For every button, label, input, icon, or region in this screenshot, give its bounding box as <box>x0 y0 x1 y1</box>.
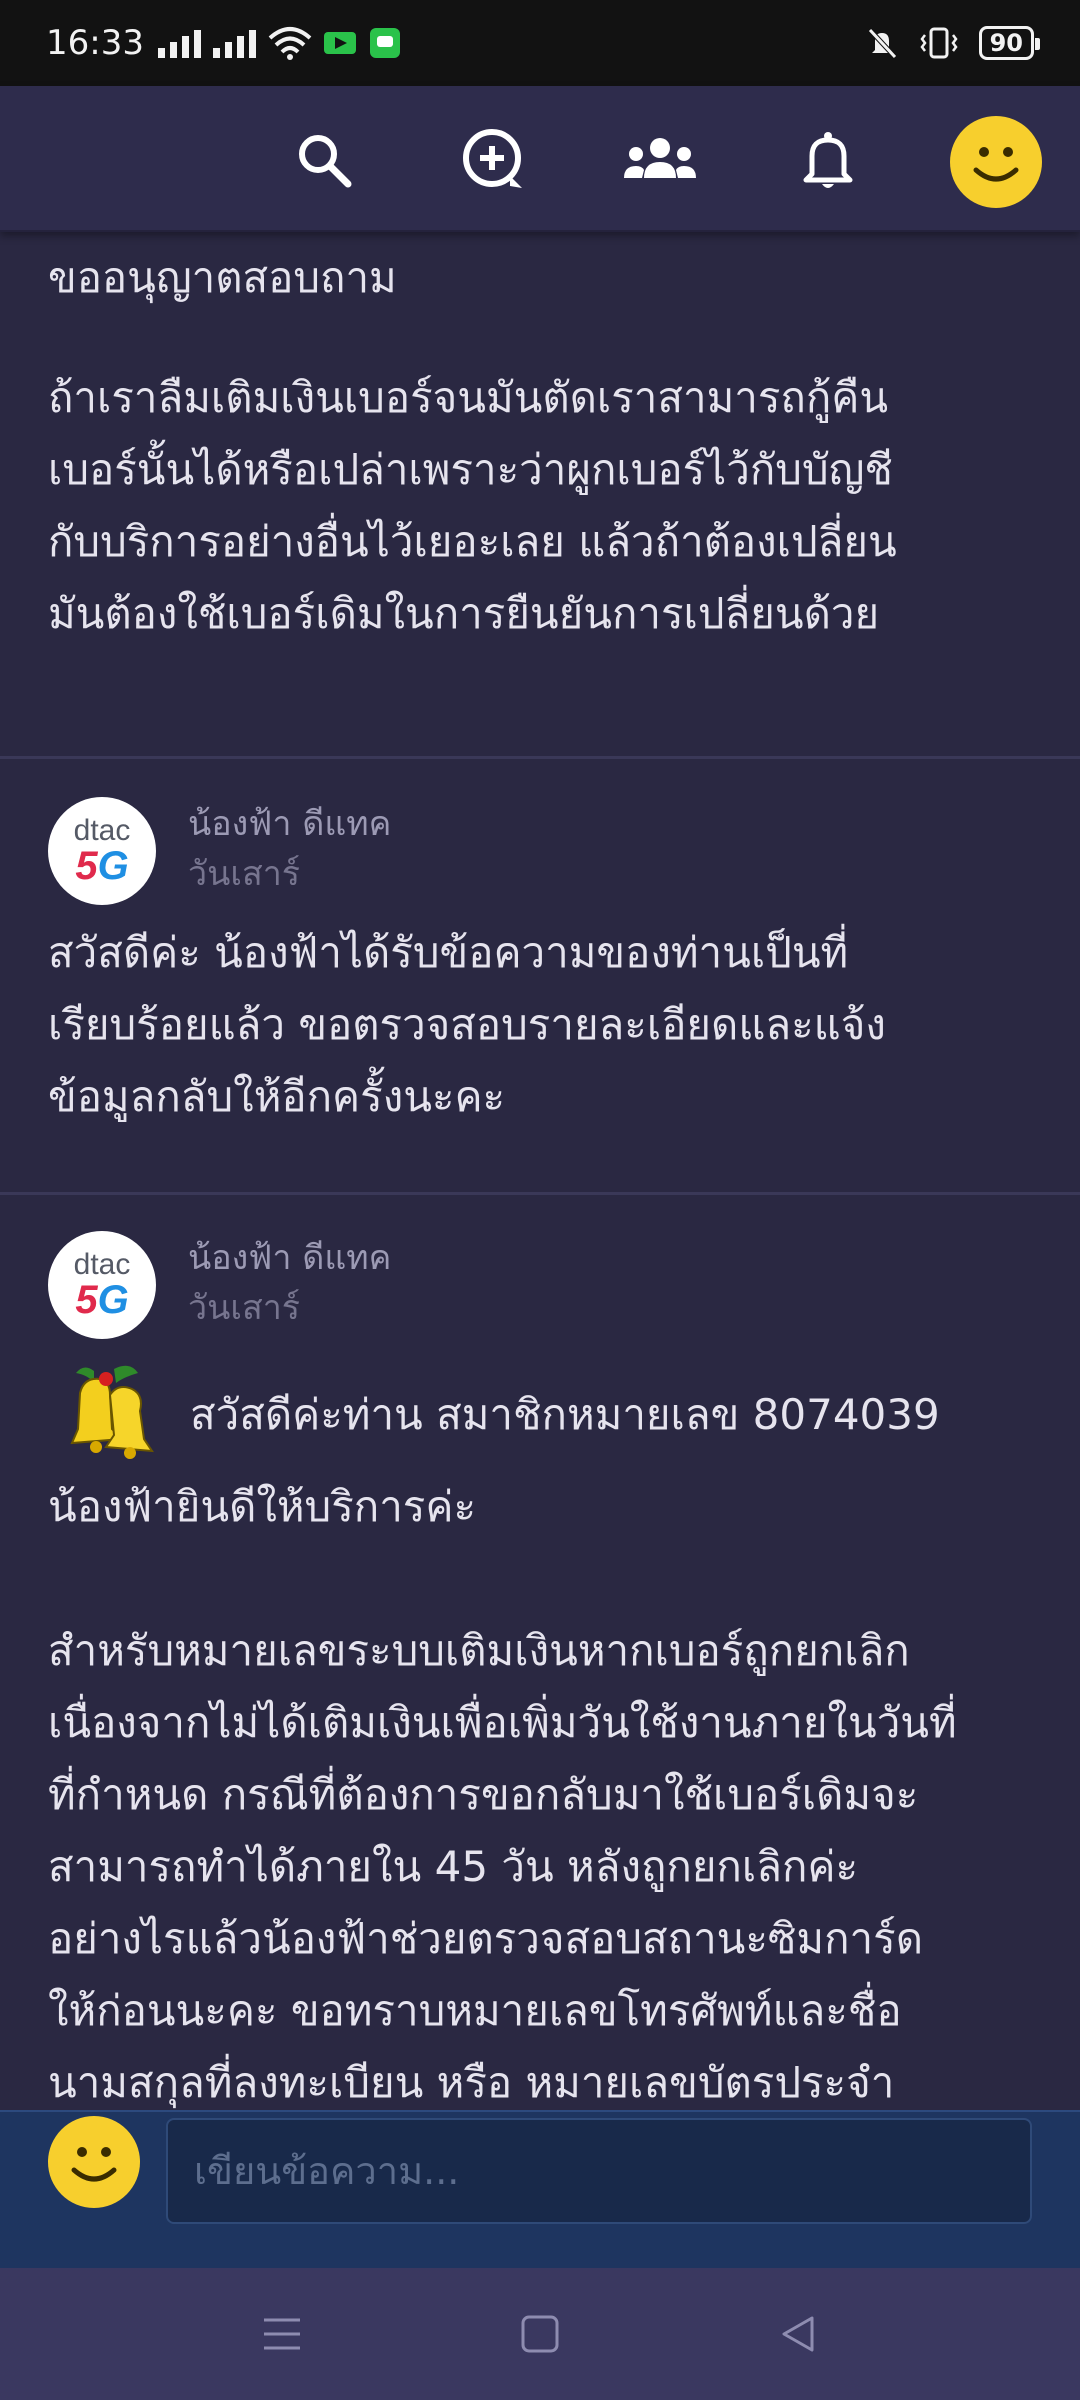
post-body-line: เบอร์นั้นได้หรือเปล่าเพราะว่าผูกเบอร์ไว้… <box>48 445 893 494</box>
status-bar: 16:33 90 <box>0 0 1080 86</box>
dtac-logo-avatar[interactable]: dtac 5G <box>48 797 156 905</box>
original-post: ขออนุญาตสอบถาม ถ้าเราลืมเติมเงินเบอร์จนม… <box>0 232 1080 650</box>
reply-body-line: เนื่องจากไม่ได้เติมเงินเพื่อเพิ่มวันใช้ง… <box>48 1698 957 1747</box>
home-icon[interactable] <box>510 2304 570 2364</box>
reply-greeting-line: น้องฟ้ายินดีให้บริการค่ะ <box>48 1482 476 1531</box>
christmas-bell-icon <box>70 1365 154 1459</box>
compose-bar: เขียนข้อความ... <box>0 2110 1080 2268</box>
system-nav-bar <box>0 2268 1080 2400</box>
wifi-icon <box>268 27 312 60</box>
reply-body-line: นามสกุลที่ลงทะเบียน หรือ หมายเลขบัตรประจ… <box>48 2058 895 2107</box>
line-message-icon <box>369 28 400 58</box>
status-time: 16:33 <box>46 23 144 63</box>
dtac-logo-avatar[interactable]: dtac 5G <box>48 1231 156 1339</box>
message-input[interactable]: เขียนข้อความ... <box>166 2118 1032 2224</box>
post-body-line: มันต้องใช้เบอร์เดิมในการยืนยันการเปลี่ยน… <box>48 589 880 638</box>
reply-body: สวัสดีค่ะ น้องฟ้าได้รับข้อความของท่านเป็… <box>48 917 1032 1133</box>
reply-body-line: อย่างไรแล้วน้องฟ้าช่วยตรวจสอบสถานะซิมการ… <box>48 1914 923 1963</box>
app-bar <box>0 86 1080 232</box>
reply-greeting: สวัสดีค่ะท่าน สมาชิกหมายเลข 8074039 <box>190 1390 940 1439</box>
profile-avatar-icon[interactable] <box>950 116 1042 208</box>
reply-body-line: สามารถทำได้ภายใน 45 วัน หลังถูกยกเลิกค่ะ <box>48 1842 859 1891</box>
thread-content: ขออนุญาตสอบถาม ถ้าเราลืมเติมเงินเบอร์จนม… <box>0 232 1080 2110</box>
vibrate-icon <box>920 27 958 59</box>
reply-body: สวัสดีค่ะท่าน สมาชิกหมายเลข 8074039 น้อง… <box>48 1357 1032 2110</box>
reply-body-line: สวัสดีค่ะ น้องฟ้าได้รับข้อความของท่านเป็… <box>48 928 849 977</box>
reply-body-line: ที่กำหนด กรณีที่ต้องการขอกลับมาใช้เบอร์เ… <box>48 1770 919 1819</box>
reply-date: วันเสาร์ <box>188 1288 301 1328</box>
reply-body-line: ข้อมูลกลับให้อีกครั้งนะคะ <box>48 1072 506 1121</box>
reply-author[interactable]: น้องฟ้า ดีแทค <box>188 1233 391 1283</box>
reply-date: วันเสาร์ <box>188 854 301 894</box>
signal-icon <box>212 28 256 58</box>
post-body-line: ถ้าเราลืมเติมเงินเบอร์จนมันตัดเราสามารถก… <box>48 373 889 422</box>
search-icon[interactable] <box>286 122 362 198</box>
back-icon[interactable] <box>768 2304 828 2364</box>
reply-body-line: สำหรับหมายเลขระบบเติมเงินหากเบอร์ถูกยกเล… <box>48 1626 910 1675</box>
add-post-icon[interactable] <box>456 122 532 198</box>
menu-icon[interactable] <box>252 2304 312 2364</box>
community-icon[interactable] <box>622 122 698 198</box>
battery-icon: 90 <box>978 26 1041 60</box>
silent-mode-icon <box>867 28 897 59</box>
post-body-line: กับบริการอย่างอื่นไว้เยอะเลย แล้วถ้าต้อง… <box>48 517 897 566</box>
notification-bell-icon[interactable] <box>790 122 866 198</box>
reply-body-line: ให้ก่อนนะคะ ขอทราบหมายเลขโทรศัพท์และชื่อ <box>48 1986 902 2035</box>
post-title: ขออนุญาตสอบถาม <box>48 253 397 302</box>
signal-icon <box>157 28 201 58</box>
line-tv-icon <box>323 32 356 54</box>
reply-card: dtac 5G น้องฟ้า ดีแทค วันเสาร์ สวัสดีค่ะ… <box>0 759 1080 1192</box>
user-avatar-icon[interactable] <box>48 2116 140 2208</box>
reply-author[interactable]: น้องฟ้า ดีแทค <box>188 799 391 849</box>
reply-body-line: เรียบร้อยแล้ว ขอตรวจสอบรายละเอียดและแจ้ง <box>48 1000 886 1049</box>
reply-card: dtac 5G น้องฟ้า ดีแทค วันเสาร์ สวัสดีค่ะ… <box>0 1195 1080 2110</box>
